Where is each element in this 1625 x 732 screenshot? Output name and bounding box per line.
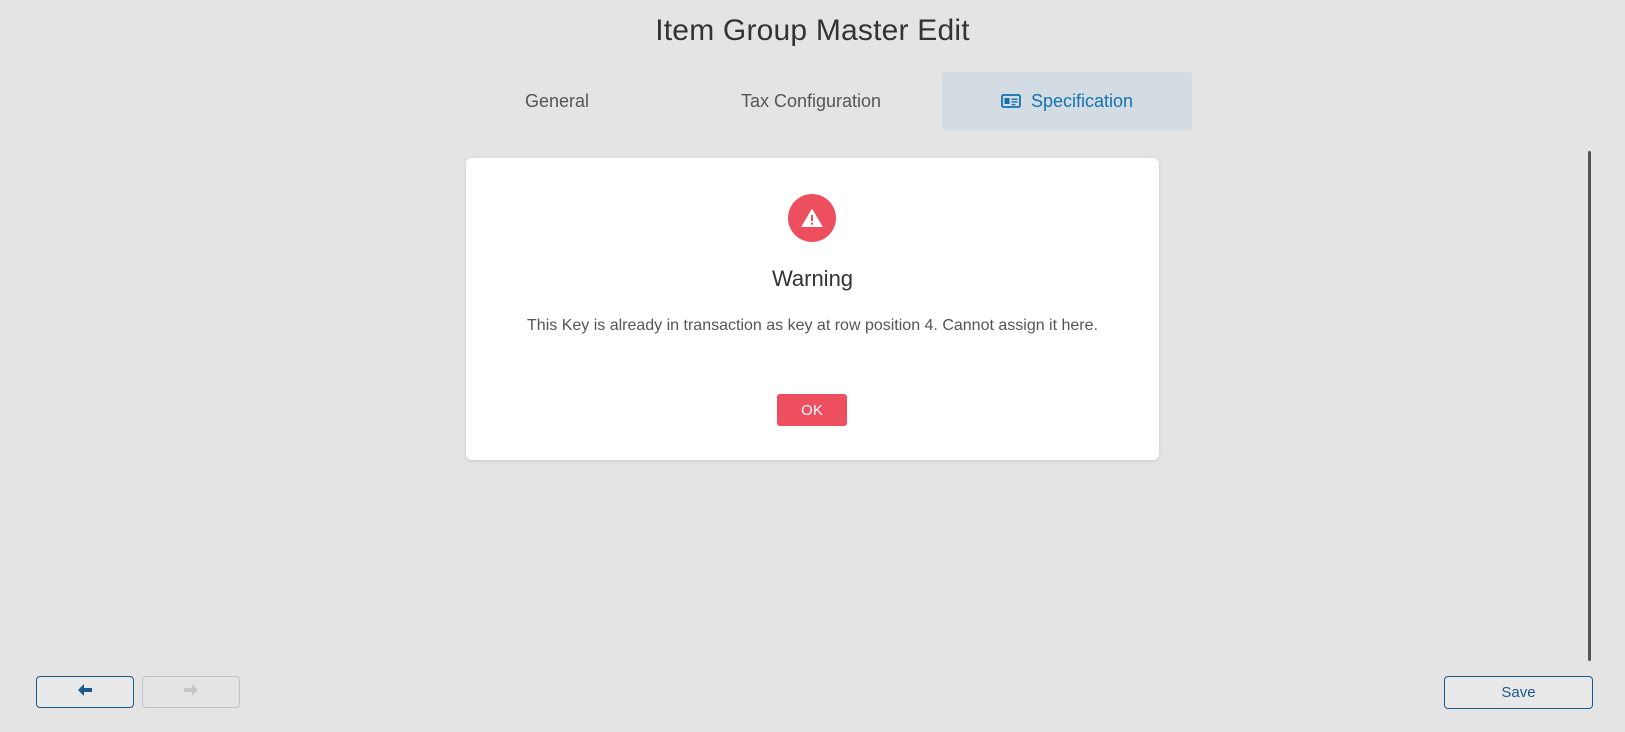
tab-bar: General Tax Configuration Specification [0,72,1625,130]
tab-label: General [524,90,590,111]
arrow-right-icon [183,683,199,702]
tab-label: Specification [1030,90,1134,111]
tab-label: Tax Configuration [740,90,882,111]
warning-triangle-icon [788,194,836,242]
page-title: Item Group Master Edit [655,14,970,47]
arrow-left-icon [77,683,93,702]
back-button[interactable] [36,676,134,708]
vertical-scrollbar[interactable] [1588,151,1591,661]
dialog-message: This Key is already in transaction as ke… [527,317,1098,334]
page: Item Group Master Edit General Tax Confi… [0,0,1625,732]
tab-general[interactable]: General [432,72,682,130]
id-card-icon [1001,93,1021,109]
tab-tax-configuration[interactable]: Tax Configuration [686,72,936,130]
dialog-title: Warning [771,266,854,291]
forward-button[interactable] [142,676,240,708]
tab-specification[interactable]: Specification [942,72,1192,130]
warning-dialog: Warning This Key is already in transacti… [466,158,1159,460]
ok-button[interactable]: OK [777,394,847,426]
save-button[interactable]: Save [1444,676,1593,709]
